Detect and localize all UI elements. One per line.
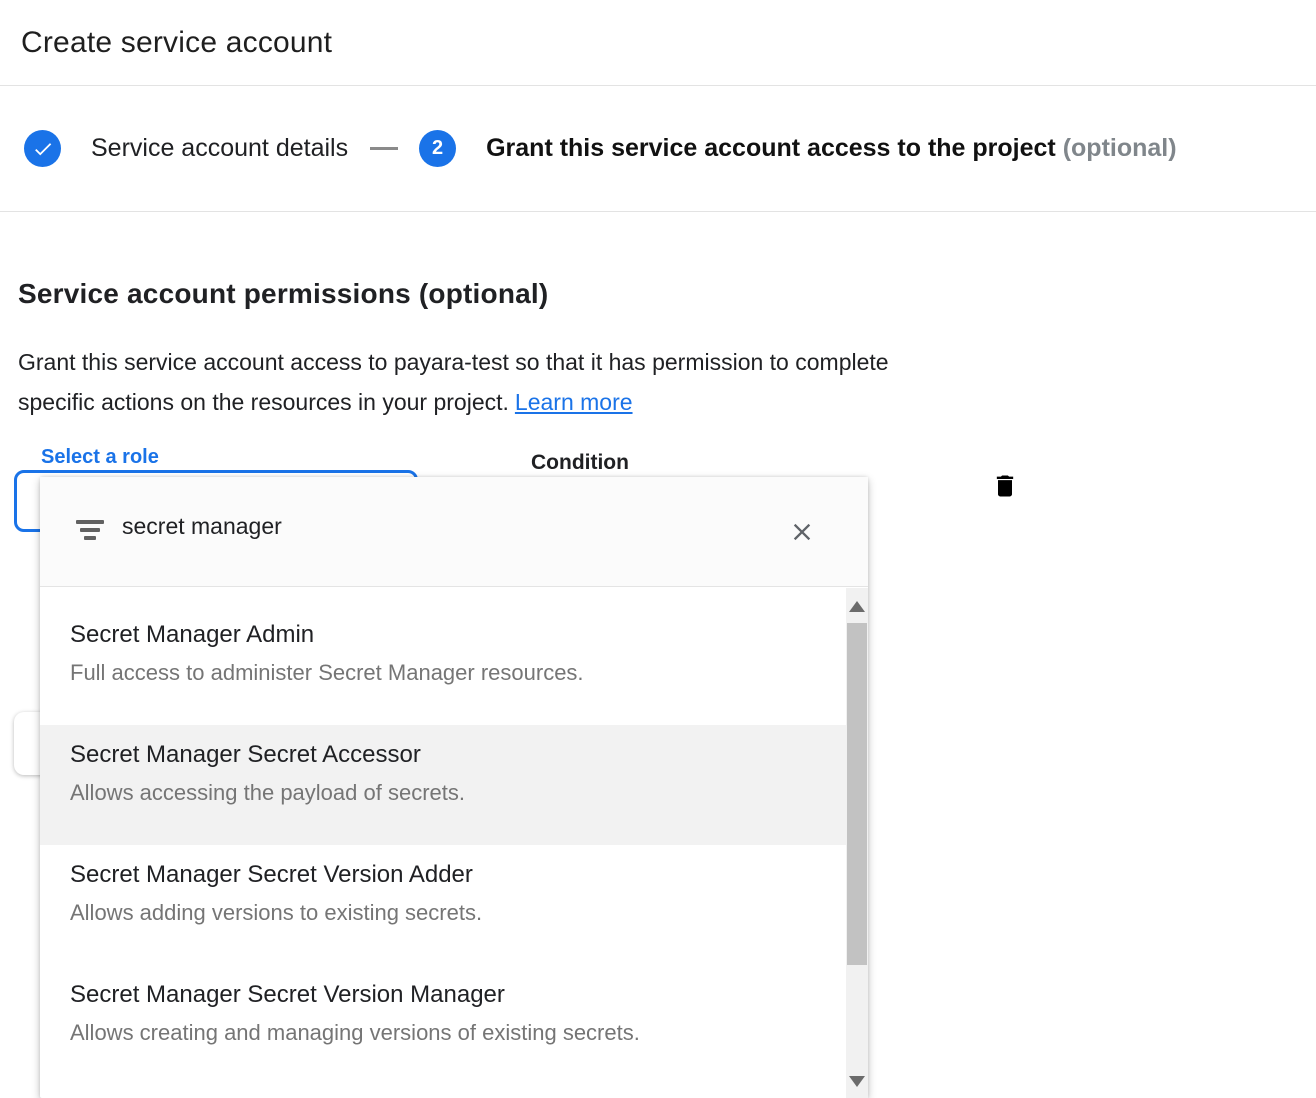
stepper: Service account details 2 Grant this ser… xyxy=(0,86,1316,212)
filter-icon xyxy=(76,520,104,542)
dropdown-scrollbar[interactable] xyxy=(846,588,868,1098)
check-icon xyxy=(32,138,54,160)
clear-search-button[interactable] xyxy=(786,517,818,549)
page-header: Create service account xyxy=(0,0,1316,86)
role-select-label: Select a role xyxy=(32,446,168,469)
permissions-description: Grant this service account access to pay… xyxy=(18,342,1078,422)
role-dropdown: Secret Manager Admin Full access to admi… xyxy=(40,477,868,1098)
role-search-input[interactable] xyxy=(122,513,742,540)
role-option-title: Secret Manager Admin xyxy=(70,620,808,650)
step2-number-circle[interactable]: 2 xyxy=(419,130,456,167)
learn-more-link[interactable]: Learn more xyxy=(515,389,633,415)
role-option-title: Secret Manager Secret Version Manager xyxy=(70,980,808,1010)
step2-number: 2 xyxy=(432,137,443,160)
permissions-heading: Service account permissions (optional) xyxy=(18,278,548,310)
close-icon xyxy=(788,518,816,549)
page-title: Create service account xyxy=(21,26,332,60)
role-search-row xyxy=(40,477,868,587)
stepper-connector xyxy=(370,147,398,150)
role-option-title: Secret Manager Secret Accessor xyxy=(70,740,808,770)
role-option-secret-manager-secret-accessor[interactable]: Secret Manager Secret Accessor Allows ac… xyxy=(40,725,868,845)
step2-optional-label: (optional) xyxy=(1063,134,1177,162)
triangle-up-icon[interactable] xyxy=(849,601,865,612)
description-line2: specific actions on the resources in you… xyxy=(18,389,509,415)
step1-label[interactable]: Service account details xyxy=(91,134,348,163)
step-1[interactable]: Service account details xyxy=(24,130,348,167)
role-option-secret-manager-secret-version-adder[interactable]: Secret Manager Secret Version Adder Allo… xyxy=(40,845,868,965)
role-option-description: Allows creating and managing versions of… xyxy=(70,1018,808,1048)
role-option-secret-manager-secret-version-manager[interactable]: Secret Manager Secret Version Manager Al… xyxy=(40,965,868,1085)
triangle-down-icon[interactable] xyxy=(849,1076,865,1087)
role-option-secret-manager-admin[interactable]: Secret Manager Admin Full access to admi… xyxy=(40,605,868,725)
role-option-description: Full access to administer Secret Manager… xyxy=(70,658,808,688)
role-option-title: Secret Manager Secret Version Adder xyxy=(70,860,808,890)
trash-icon xyxy=(991,472,1019,503)
role-option-description: Allows adding versions to existing secre… xyxy=(70,898,808,928)
scrollbar-thumb[interactable] xyxy=(847,623,867,965)
step1-check-circle[interactable] xyxy=(24,130,61,167)
role-options-list: Secret Manager Admin Full access to admi… xyxy=(40,588,868,1098)
role-option-description: Allows accessing the payload of secrets. xyxy=(70,778,808,808)
description-line1: Grant this service account access to pay… xyxy=(18,349,889,375)
step-2[interactable]: 2 Grant this service account access to t… xyxy=(419,130,1176,167)
step2-label[interactable]: Grant this service account access to the… xyxy=(486,134,1176,163)
delete-role-button[interactable] xyxy=(986,468,1024,506)
condition-label: Condition xyxy=(531,451,629,475)
